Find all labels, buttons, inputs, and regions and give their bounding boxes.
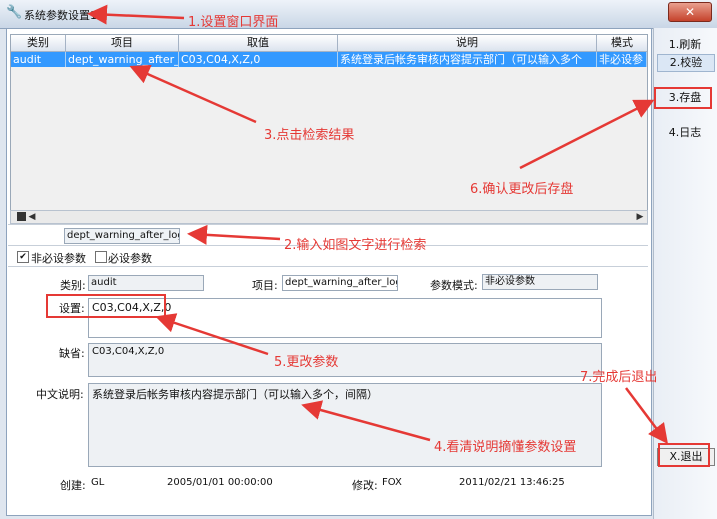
scrollbar-thumb[interactable] [17, 212, 26, 221]
verify-button[interactable]: 2.校验 [657, 54, 715, 72]
column-header-item[interactable]: 项目 [66, 35, 179, 52]
optional-params-checkbox[interactable]: ✔ [17, 251, 29, 263]
item-label: 项目: [252, 279, 278, 292]
annotation-4: 4.看清说明摘懂参数设置 [434, 440, 577, 455]
cell-description: 系统登录后帐务审核内容提示部门（可以输入多个 [338, 52, 597, 67]
modified-label: 修改: [352, 479, 378, 492]
log-button[interactable]: 4.日志 [657, 125, 713, 141]
app-wrench-icon: 🔧 [6, 5, 23, 20]
annotation-5: 5.更改参数 [274, 355, 339, 370]
horizontal-scrollbar[interactable]: ◀ ▶ [10, 210, 648, 224]
default-field: C03,C04,X,Z,0 [88, 343, 602, 377]
table-row[interactable]: audit dept_warning_after_login C03,C04,X… [11, 52, 647, 67]
optional-params-label: 非必设参数 [31, 252, 86, 265]
category-field: audit [88, 275, 204, 291]
column-header-category[interactable]: 类别 [11, 35, 66, 52]
description-label: 中文说明: [36, 388, 84, 401]
required-params-label: 必设参数 [108, 252, 152, 265]
scroll-left-icon[interactable]: ◀ [27, 211, 37, 223]
title-bar [0, 0, 717, 29]
highlight-exit [658, 443, 710, 467]
divider [8, 224, 648, 225]
column-header-value[interactable]: 取值 [179, 35, 338, 52]
created-by: GL [91, 477, 105, 488]
highlight-save [654, 87, 712, 109]
mode-field: 非必设参数 [482, 274, 598, 290]
mode-label: 参数模式: [430, 279, 478, 292]
refresh-button[interactable]: 1.刷新 [657, 37, 713, 53]
column-header-description[interactable]: 说明 [338, 35, 597, 52]
column-header-mode[interactable]: 模式 [597, 35, 647, 52]
category-label: 类别: [60, 279, 86, 292]
cell-mode: 非必设参 [597, 52, 647, 67]
created-label: 创建: [60, 479, 86, 492]
modified-at: 2011/02/21 13:46:25 [459, 477, 565, 488]
annotation-3: 3.点击检索结果 [264, 128, 355, 143]
annotation-7: 7.完成后退出 [580, 370, 658, 385]
annotation-1: 1.设置窗口界面 [188, 15, 279, 30]
modified-by: FOX [382, 477, 402, 488]
close-button[interactable]: ✕ [668, 2, 712, 22]
window-title: 系统参数设置1 [24, 9, 97, 22]
item-field[interactable]: dept_warning_after_login [282, 275, 398, 291]
required-params-checkbox[interactable] [95, 251, 107, 263]
annotation-2: 2.输入如图文字进行检索 [284, 238, 427, 253]
created-at: 2005/01/01 00:00:00 [167, 477, 273, 488]
divider [8, 266, 648, 267]
cell-category: audit [11, 52, 66, 67]
search-input[interactable]: dept_warning_after_login [64, 228, 180, 244]
cell-value: C03,C04,X,Z,0 [179, 52, 338, 67]
annotation-6: 6.确认更改后存盘 [470, 182, 574, 197]
highlight-setting [46, 294, 166, 318]
cell-item: dept_warning_after_login [66, 52, 179, 67]
scroll-right-icon[interactable]: ▶ [635, 211, 645, 223]
default-label: 缺省: [59, 347, 85, 360]
